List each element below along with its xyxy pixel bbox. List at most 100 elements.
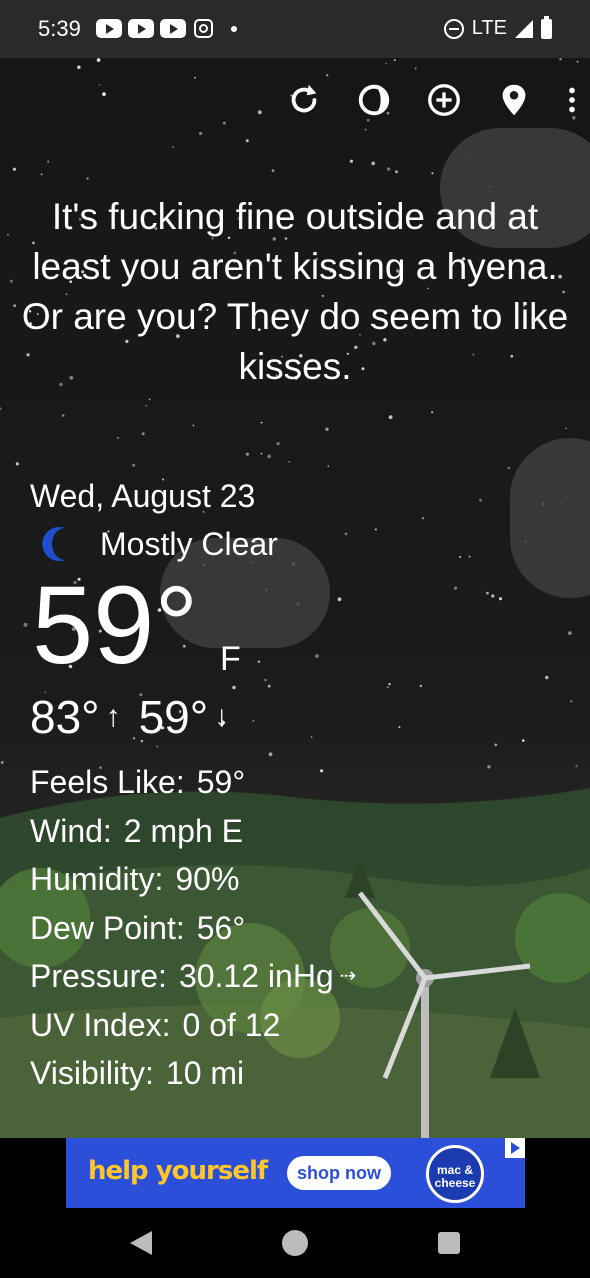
detail-label: UV Index: — [30, 1006, 171, 1043]
weather-headline: It's fucking fine outside and at least y… — [21, 196, 569, 387]
star — [199, 131, 203, 135]
low-temperature: 59° — [138, 691, 209, 743]
home-icon[interactable] — [282, 1230, 308, 1256]
star — [23, 622, 28, 627]
date-label: Wed, August 23 — [30, 478, 256, 514]
detail-feels-like: Feels Like: 59° — [30, 758, 356, 807]
down-arrow-icon: ↓ — [214, 700, 230, 733]
ad-banner[interactable]: help yourself shop now mac & cheese — [66, 1138, 525, 1208]
network-type: LTE — [471, 17, 507, 39]
detail-pressure: Pressure: 30.12 inHg ⇢ — [30, 952, 356, 1001]
detail-value: 2 mph E — [123, 812, 243, 849]
detail-value: 56° — [196, 909, 246, 946]
more-notifications-dot-icon — [231, 25, 237, 32]
weather-scene: It's fucking fine outside and at least y… — [0, 58, 590, 1138]
star — [398, 726, 401, 729]
detail-visibility: Visibility: 10 mi — [30, 1049, 356, 1098]
star — [257, 110, 262, 115]
star — [326, 74, 329, 77]
star — [116, 436, 120, 440]
star — [232, 685, 236, 690]
star — [522, 739, 525, 742]
star — [364, 128, 367, 131]
detail-uv-index: UV Index: 0 of 12 — [30, 1001, 356, 1050]
location-button[interactable] — [494, 80, 534, 120]
star — [252, 719, 255, 722]
add-location-button[interactable] — [424, 80, 464, 120]
ad-shop-now-button[interactable]: shop now — [287, 1156, 391, 1190]
crescent-moon-icon — [42, 527, 65, 561]
star — [264, 678, 267, 682]
top-toolbar — [284, 80, 580, 120]
star — [388, 683, 391, 686]
star — [192, 424, 195, 427]
youtube-icon — [160, 19, 186, 38]
back-icon[interactable] — [130, 1231, 152, 1255]
star — [327, 465, 330, 468]
star — [388, 415, 393, 420]
star — [419, 684, 422, 688]
star — [499, 597, 502, 601]
star — [315, 654, 319, 658]
star — [15, 462, 19, 466]
high-temperature: 83° — [30, 691, 100, 743]
star — [77, 65, 81, 69]
star — [148, 398, 151, 401]
star — [0, 407, 2, 411]
signal-icon — [515, 19, 533, 38]
do-not-disturb-icon — [443, 18, 464, 39]
star — [145, 404, 148, 407]
notification-icons — [96, 19, 237, 38]
star — [494, 743, 498, 747]
star — [568, 631, 572, 635]
star — [288, 460, 291, 463]
detail-value: 30.12 inHg — [178, 958, 334, 994]
battery-icon — [541, 15, 552, 39]
detail-label: Humidity: — [30, 861, 164, 897]
star — [194, 76, 196, 79]
star — [371, 161, 376, 166]
star — [245, 452, 249, 456]
star — [47, 160, 50, 163]
theme-button[interactable] — [354, 80, 394, 120]
star — [337, 597, 342, 602]
star — [421, 517, 425, 520]
instagram-icon — [194, 19, 213, 38]
star — [431, 411, 434, 414]
status-time: 5:39 — [38, 16, 81, 41]
star — [12, 167, 16, 171]
star — [7, 233, 9, 236]
weather-details: Feels Like: 59° Wind: 2 mph E Humidity: … — [30, 758, 356, 1098]
detail-label: Visibility: — [30, 1055, 154, 1091]
star — [276, 442, 280, 446]
star — [268, 752, 273, 757]
star — [570, 700, 573, 703]
star — [132, 463, 136, 467]
detail-value: 10 mi — [165, 1055, 245, 1091]
refresh-button[interactable] — [284, 80, 324, 120]
detail-label: Pressure: — [30, 958, 167, 994]
condition-label: Mostly Clear — [100, 525, 278, 562]
more-options-button[interactable] — [564, 80, 580, 120]
star — [98, 84, 101, 86]
detail-value: 0 of 12 — [182, 1006, 281, 1043]
star — [96, 58, 101, 62]
star — [245, 139, 249, 143]
star — [393, 59, 396, 62]
star — [431, 172, 434, 175]
ad-choices-icon[interactable] — [505, 1138, 525, 1158]
condition-row: Mostly Clear — [38, 524, 278, 564]
star — [0, 761, 4, 764]
recent-apps-icon[interactable] — [438, 1232, 460, 1254]
star — [395, 170, 398, 174]
star — [479, 498, 482, 502]
star — [102, 92, 106, 96]
navigation-bar — [0, 1208, 590, 1278]
star — [374, 528, 377, 531]
star — [310, 736, 313, 738]
star — [349, 159, 353, 163]
youtube-icon — [128, 19, 154, 38]
star — [344, 532, 348, 536]
star — [414, 67, 417, 70]
star — [565, 427, 567, 430]
